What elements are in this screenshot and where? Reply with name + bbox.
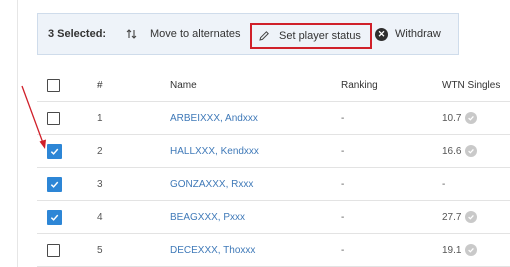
table-row: 3 GONZAXXX, Rxxx - - bbox=[37, 168, 510, 201]
row-ranking: - bbox=[341, 112, 345, 124]
row-wtn: 16.6 bbox=[442, 145, 462, 157]
pencil-icon bbox=[258, 30, 272, 42]
player-name-link[interactable]: ARBEIXXX, Andxxx bbox=[170, 113, 258, 124]
row-ranking: - bbox=[341, 178, 345, 190]
table-row: 5 DECEXXX, Thoxxx - 19.1 bbox=[37, 234, 510, 267]
move-to-alternates-label: Move to alternates bbox=[150, 28, 241, 40]
select-all-checkbox[interactable] bbox=[47, 79, 60, 92]
header-name: Name bbox=[170, 80, 197, 91]
set-player-status-label: Set player status bbox=[279, 30, 361, 42]
row-checkbox[interactable] bbox=[47, 176, 62, 192]
move-to-alternates-button[interactable]: Move to alternates bbox=[126, 14, 241, 54]
withdraw-button[interactable]: ✕ Withdraw bbox=[375, 14, 441, 54]
header-number: # bbox=[97, 80, 103, 91]
row-ranking: - bbox=[341, 244, 345, 256]
swap-arrows-icon bbox=[126, 28, 142, 40]
row-checkbox[interactable] bbox=[47, 111, 60, 125]
table-row: 1 ARBEIXXX, Andxxx - 10.7 bbox=[37, 102, 510, 135]
set-player-status-button[interactable]: Set player status bbox=[250, 23, 372, 49]
row-number: 1 bbox=[97, 112, 103, 124]
row-ranking: - bbox=[341, 211, 345, 223]
row-checkbox[interactable] bbox=[47, 243, 60, 257]
player-name-link[interactable]: DECEXXX, Thoxxx bbox=[170, 245, 255, 256]
verified-check-icon bbox=[465, 244, 478, 256]
header-wtn-singles: WTN Singles bbox=[442, 80, 501, 91]
row-number: 3 bbox=[97, 178, 103, 190]
verified-check-icon bbox=[465, 145, 478, 157]
verified-check-icon bbox=[465, 211, 478, 223]
row-wtn: 10.7 bbox=[442, 112, 462, 124]
player-name-link[interactable]: HALLXXX, Kendxxx bbox=[170, 146, 259, 157]
player-name-link[interactable]: BEAGXXX, Pxxx bbox=[170, 212, 245, 223]
row-ranking: - bbox=[341, 145, 345, 157]
row-wtn: 27.7 bbox=[442, 211, 462, 223]
row-number: 5 bbox=[97, 244, 103, 256]
header-ranking: Ranking bbox=[341, 80, 378, 91]
table-header-row: # Name Ranking WTN Singles bbox=[37, 70, 510, 102]
player-name-link[interactable]: GONZAXXX, Rxxx bbox=[170, 179, 253, 190]
table-row: 4 BEAGXXX, Pxxx - 27.7 bbox=[37, 201, 510, 234]
row-number: 4 bbox=[97, 211, 103, 223]
close-circle-icon: ✕ bbox=[375, 27, 388, 41]
table-row: 2 HALLXXX, Kendxxx - 16.6 bbox=[37, 135, 510, 168]
row-checkbox[interactable] bbox=[47, 143, 62, 159]
page-left-border bbox=[17, 0, 18, 267]
players-table: # Name Ranking WTN Singles 1 ARBEIXXX, A… bbox=[37, 70, 510, 267]
bulk-action-bar: 3 Selected: Move to alternates Set playe… bbox=[37, 13, 459, 55]
withdraw-label: Withdraw bbox=[395, 28, 441, 40]
verified-check-icon bbox=[465, 112, 478, 124]
row-wtn: 19.1 bbox=[442, 244, 462, 256]
selected-count-label: 3 Selected: bbox=[48, 28, 107, 40]
row-wtn: - bbox=[442, 178, 446, 190]
row-number: 2 bbox=[97, 145, 103, 157]
row-checkbox[interactable] bbox=[47, 209, 62, 225]
